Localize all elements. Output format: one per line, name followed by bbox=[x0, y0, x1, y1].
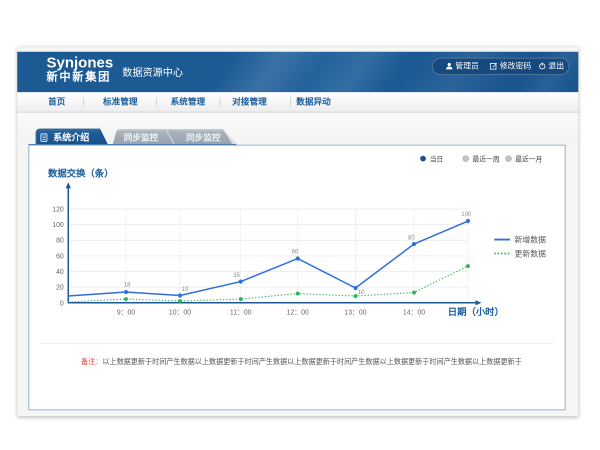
svg-text:14：00: 14：00 bbox=[403, 309, 425, 316]
svg-text:100: 100 bbox=[461, 212, 472, 218]
svg-text:20: 20 bbox=[56, 285, 64, 292]
svg-text:同步监控: 同步监控 bbox=[124, 131, 159, 142]
svg-text:10: 10 bbox=[357, 290, 364, 296]
svg-text:60: 60 bbox=[56, 253, 64, 260]
svg-text:100: 100 bbox=[52, 222, 64, 229]
svg-text:80: 80 bbox=[408, 235, 415, 241]
svg-text:13：00: 13：00 bbox=[344, 309, 366, 316]
svg-text:备注：以上数据更新于时间产生数据以上数据更新于时间产生数据以: 备注：以上数据更新于时间产生数据以上数据更新于时间产生数据以上数据更新于时间产生… bbox=[81, 357, 522, 366]
svg-text:10: 10 bbox=[181, 287, 188, 293]
svg-text:最近一月: 最近一月 bbox=[515, 154, 542, 163]
svg-text:最近一周: 最近一周 bbox=[472, 154, 499, 163]
svg-text:10：00: 10：00 bbox=[169, 309, 191, 316]
svg-text:11：00: 11：00 bbox=[230, 309, 252, 316]
svg-text:120: 120 bbox=[52, 206, 64, 213]
svg-text:40: 40 bbox=[56, 269, 64, 276]
svg-text:更新数据: 更新数据 bbox=[514, 249, 546, 259]
svg-text:数据交换（条）: 数据交换（条） bbox=[47, 167, 114, 178]
svg-text:35: 35 bbox=[233, 273, 240, 279]
svg-text:18: 18 bbox=[123, 283, 130, 289]
svg-text:当日: 当日 bbox=[429, 154, 443, 163]
svg-text:80: 80 bbox=[56, 238, 64, 245]
svg-text:日期（小时）: 日期（小时） bbox=[447, 306, 503, 317]
svg-text:新增数据: 新增数据 bbox=[514, 235, 546, 245]
svg-text:12：00: 12：00 bbox=[286, 309, 308, 316]
svg-text:系统介绍: 系统介绍 bbox=[53, 132, 89, 143]
svg-text:同步监控: 同步监控 bbox=[186, 131, 221, 142]
svg-text:60: 60 bbox=[291, 250, 298, 256]
svg-text:0: 0 bbox=[60, 300, 64, 307]
svg-text:9：00: 9：00 bbox=[116, 309, 135, 316]
